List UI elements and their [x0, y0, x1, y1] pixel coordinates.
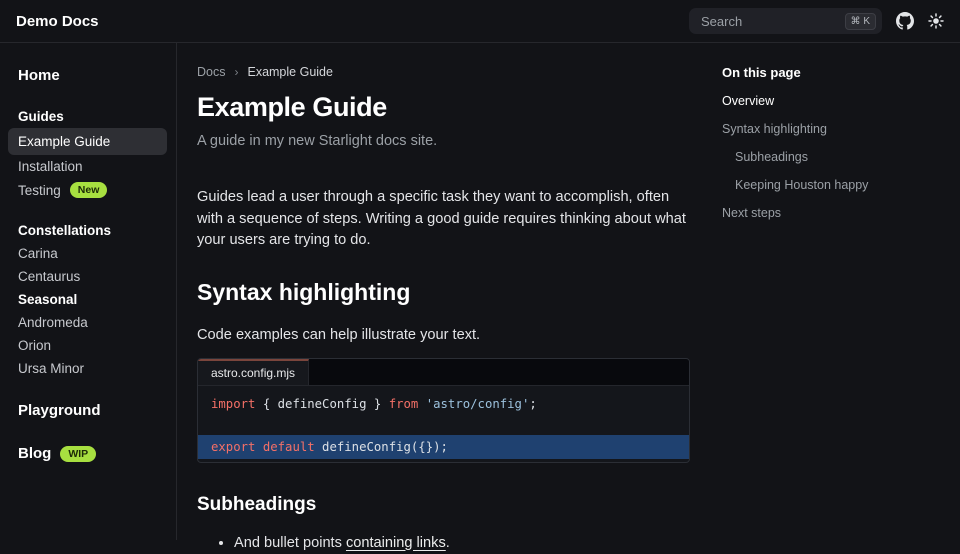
inline-link[interactable]: containing links: [346, 535, 446, 551]
sidebar-item-label: Constellations: [18, 223, 111, 238]
sidebar-item-label: Centaurus: [18, 269, 80, 284]
code-tab-filename: astro.config.mjs: [198, 359, 309, 385]
sidebar-item-label: Testing: [18, 183, 61, 198]
sidebar-item-orion[interactable]: Orion: [8, 334, 167, 357]
toc-item-next-steps[interactable]: Next steps: [722, 206, 948, 220]
sidebar-item-guides: Guides: [8, 105, 167, 128]
sidebar-item-andromeda[interactable]: Andromeda: [8, 311, 167, 334]
badge-wip: WIP: [60, 446, 96, 462]
code-token: default: [263, 440, 315, 454]
code-token: from: [389, 397, 419, 411]
main-content: Docs › Example Guide Example Guide A guide…: [177, 43, 722, 540]
list-item-text: .: [446, 535, 450, 551]
list-item-text: And bullet points: [234, 535, 346, 551]
code-token: 'astro/config': [426, 397, 530, 411]
heading-syntax-highlighting: Syntax highlighting: [197, 279, 690, 306]
search-input[interactable]: Search ⌘ K: [689, 8, 882, 34]
sidebar-item-label: Andromeda: [18, 315, 88, 330]
heading-subheadings: Subheadings: [197, 494, 690, 516]
toc-panel: On this page Overview Syntax highlighting…: [722, 43, 960, 540]
toc-item-subheadings[interactable]: Subheadings: [722, 150, 948, 164]
page-body: Home Guides Example Guide Installation Testi…: [0, 43, 960, 540]
page-title: Example Guide: [197, 92, 690, 123]
badge-new: New: [70, 182, 108, 198]
sidebar-item-blog[interactable]: Blog WIP: [8, 441, 167, 466]
toc-list: Overview Syntax highlighting Subheadings Ke…: [722, 94, 948, 220]
code-token: defineConfig({});: [315, 440, 448, 454]
article: Docs › Example Guide Example Guide A guide…: [197, 65, 690, 554]
sidebar-item-installation[interactable]: Installation: [8, 155, 167, 178]
sidebar-item-label: Installation: [18, 159, 83, 174]
github-icon: [896, 12, 914, 30]
sidebar-item-label: Guides: [18, 109, 64, 124]
sidebar-item-centaurus[interactable]: Centaurus: [8, 265, 167, 288]
code-token: export: [211, 440, 255, 454]
sidebar-item-label: Home: [18, 67, 60, 84]
sidebar-item-carina[interactable]: Carina: [8, 242, 167, 265]
code-token: { defineConfig }: [255, 397, 388, 411]
breadcrumb: Docs › Example Guide: [197, 65, 690, 79]
site-title-link[interactable]: Demo Docs: [16, 13, 99, 30]
header: Demo Docs Search ⌘ K: [0, 0, 960, 43]
code-line: import { defineConfig } from 'astro/conf…: [198, 394, 689, 414]
code-token: [418, 397, 425, 411]
code-block: astro.config.mjs import { defineConfig }…: [197, 358, 690, 463]
sidebar-item-label: Carina: [18, 246, 58, 261]
toc-item-keeping-houston-happy[interactable]: Keeping Houston happy: [722, 178, 948, 192]
sidebar-item-playground[interactable]: Playground: [8, 398, 167, 423]
toc-title: On this page: [722, 65, 948, 80]
breadcrumb-separator-icon: ›: [234, 65, 238, 79]
sidebar-item-label: Seasonal: [18, 292, 77, 307]
github-link[interactable]: [896, 12, 914, 30]
code-token: import: [211, 397, 255, 411]
code-token: ;: [529, 397, 536, 411]
sidebar-item-constellations: Constellations: [8, 219, 167, 242]
sidebar-item-label: Ursa Minor: [18, 361, 84, 376]
search-placeholder: Search: [701, 14, 845, 29]
code-line: [198, 414, 689, 434]
code-token: [255, 440, 262, 454]
sidebar-item-ursa-minor[interactable]: Ursa Minor: [8, 357, 167, 380]
sidebar-item-label: Blog: [18, 445, 51, 462]
toc-item-syntax-highlighting[interactable]: Syntax highlighting: [722, 122, 948, 136]
list-item: And bullet points containing links.: [234, 533, 690, 554]
toc-item-overview[interactable]: Overview: [722, 94, 948, 108]
sidebar-item-example-guide[interactable]: Example Guide: [8, 128, 167, 155]
sidebar-item-seasonal: Seasonal: [8, 288, 167, 311]
sidebar-item-label: Example Guide: [18, 134, 110, 149]
sidebar-item-label: Orion: [18, 338, 51, 353]
sidebar-item-testing[interactable]: Testing New: [8, 178, 167, 202]
sidebar-nav: Home Guides Example Guide Installation Testi…: [0, 43, 177, 540]
page-subtitle: A guide in my new Starlight docs site.: [197, 133, 690, 149]
bullet-list: And bullet points containing links.: [197, 533, 690, 554]
breadcrumb-item-example-guide: Example Guide: [247, 65, 332, 79]
section-paragraph: Code examples can help illustrate your t…: [197, 327, 690, 343]
sidebar-item-home[interactable]: Home: [8, 63, 167, 88]
breadcrumb-item-docs[interactable]: Docs: [197, 65, 225, 79]
code-line-highlighted: export default defineConfig({});: [198, 435, 689, 459]
intro-paragraph: Guides lead a user through a specific ta…: [197, 187, 690, 252]
sun-theme-icon: [928, 13, 944, 29]
code-lines: import { defineConfig } from 'astro/conf…: [198, 386, 689, 462]
theme-toggle-button[interactable]: [928, 13, 944, 29]
code-tab-bar: astro.config.mjs: [198, 359, 689, 386]
search-shortcut-kbd: ⌘ K: [845, 13, 876, 30]
sidebar-item-label: Playground: [18, 402, 101, 419]
